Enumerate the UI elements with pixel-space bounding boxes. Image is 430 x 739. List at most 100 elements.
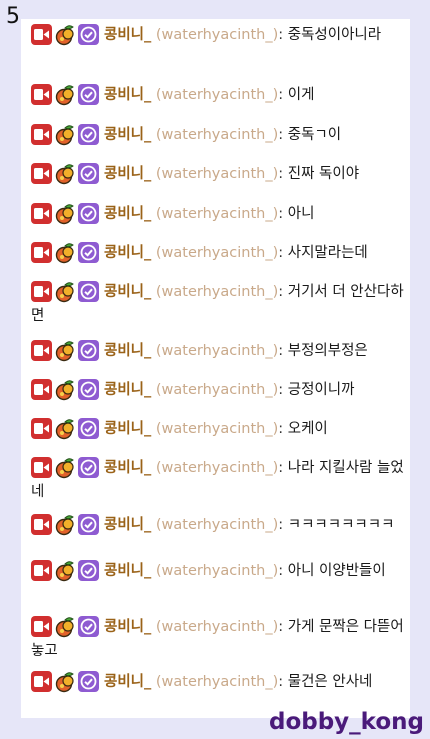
chat-message: 콩비니_ (waterhyacinth_): 이게 (31, 83, 411, 107)
verified-check-icon[interactable] (78, 559, 99, 581)
live-camera-icon[interactable] (31, 23, 52, 45)
chat-login-id[interactable]: (waterhyacinth_) (156, 563, 278, 579)
verified-check-icon[interactable] (78, 202, 99, 224)
fruit-badge-icon[interactable] (54, 203, 76, 224)
chat-nickname[interactable]: 콩비니_ (104, 284, 151, 300)
live-camera-icon[interactable] (31, 202, 52, 224)
chat-nickname[interactable]: 콩비니_ (104, 674, 151, 690)
chat-separator: : (278, 87, 284, 103)
verified-check-icon[interactable] (78, 123, 99, 145)
badge-group (31, 161, 101, 184)
chat-login-id[interactable]: (waterhyacinth_) (156, 245, 278, 261)
chat-nickname[interactable]: 콩비니_ (104, 517, 151, 533)
chat-nickname[interactable]: 콩비니_ (104, 421, 151, 437)
verified-check-icon[interactable] (78, 513, 99, 535)
chat-nickname[interactable]: 콩비니_ (104, 87, 151, 103)
chat-separator: : (278, 284, 284, 300)
chat-message-text: 진짜 독이야 (287, 166, 360, 182)
live-camera-icon[interactable] (31, 615, 52, 637)
chat-login-id[interactable]: (waterhyacinth_) (156, 27, 278, 43)
chat-separator: : (278, 27, 284, 43)
live-camera-icon[interactable] (31, 670, 52, 692)
chat-panel: 콩비니_ (waterhyacinth_): 중독성이아니라 콩비니_ (wate… (21, 19, 410, 718)
chat-message-text: 오케이 (287, 421, 328, 437)
fruit-badge-icon[interactable] (54, 163, 76, 184)
badge-group (31, 82, 101, 105)
live-camera-icon[interactable] (31, 123, 52, 145)
fruit-badge-icon[interactable] (54, 457, 76, 478)
verified-check-icon[interactable] (78, 378, 99, 400)
verified-check-icon[interactable] (78, 162, 99, 184)
verified-check-icon[interactable] (78, 241, 99, 263)
live-camera-icon[interactable] (31, 339, 52, 361)
chat-login-id[interactable]: (waterhyacinth_) (156, 460, 278, 476)
verified-check-icon[interactable] (78, 339, 99, 361)
badge-group (31, 512, 101, 535)
verified-check-icon[interactable] (78, 417, 99, 439)
chat-login-id[interactable]: (waterhyacinth_) (156, 382, 278, 398)
chat-nickname[interactable]: 콩비니_ (104, 166, 151, 182)
chat-nickname[interactable]: 콩비니_ (104, 619, 151, 635)
live-camera-icon[interactable] (31, 162, 52, 184)
chat-nickname[interactable]: 콩비니_ (104, 206, 151, 222)
verified-check-icon[interactable] (78, 615, 99, 637)
chat-nickname[interactable]: 콩비니_ (104, 563, 151, 579)
fruit-badge-icon[interactable] (54, 418, 76, 439)
chat-separator: : (278, 245, 284, 261)
chat-nickname[interactable]: 콩비니_ (104, 127, 151, 143)
chat-nickname[interactable]: 콩비니_ (104, 382, 151, 398)
live-camera-icon[interactable] (31, 83, 52, 105)
chat-message: 콩비니_ (waterhyacinth_): 중독성이아니라 (31, 23, 411, 47)
chat-nickname[interactable]: 콩비니_ (104, 460, 151, 476)
chat-login-id[interactable]: (waterhyacinth_) (156, 127, 278, 143)
fruit-badge-icon[interactable] (54, 514, 76, 535)
fruit-badge-icon[interactable] (54, 340, 76, 361)
chat-nickname[interactable]: 콩비니_ (104, 245, 151, 261)
live-camera-icon[interactable] (31, 241, 52, 263)
chat-message-text: 아니 (287, 206, 315, 222)
chat-nickname[interactable]: 콩비니_ (104, 27, 151, 43)
chat-separator: : (278, 619, 284, 635)
verified-check-icon[interactable] (78, 83, 99, 105)
live-camera-icon[interactable] (31, 378, 52, 400)
chat-login-id[interactable]: (waterhyacinth_) (156, 517, 278, 533)
chat-message: 콩비니_ (waterhyacinth_): 긍정이니까 (31, 378, 411, 402)
chat-message: 콩비니_ (waterhyacinth_): 거기서 더 안산다하면 (31, 280, 411, 328)
chat-login-id[interactable]: (waterhyacinth_) (156, 421, 278, 437)
chat-separator: : (278, 343, 284, 359)
chat-nickname[interactable]: 콩비니_ (104, 343, 151, 359)
live-camera-icon[interactable] (31, 417, 52, 439)
chat-message-text: 중독성이아니라 (287, 27, 382, 43)
chat-login-id[interactable]: (waterhyacinth_) (156, 166, 278, 182)
chat-separator: : (278, 421, 284, 437)
fruit-badge-icon[interactable] (54, 242, 76, 263)
live-camera-icon[interactable] (31, 280, 52, 302)
fruit-badge-icon[interactable] (54, 84, 76, 105)
chat-message-text: 이게 (287, 87, 315, 103)
chat-login-id[interactable]: (waterhyacinth_) (156, 343, 278, 359)
live-camera-icon[interactable] (31, 559, 52, 581)
badge-group (31, 279, 101, 302)
verified-check-icon[interactable] (78, 670, 99, 692)
chat-message: 콩비니_ (waterhyacinth_): 진짜 독이야 (31, 162, 411, 186)
live-camera-icon[interactable] (31, 513, 52, 535)
fruit-badge-icon[interactable] (54, 560, 76, 581)
fruit-badge-icon[interactable] (54, 616, 76, 637)
fruit-badge-icon[interactable] (54, 671, 76, 692)
chat-login-id[interactable]: (waterhyacinth_) (156, 619, 278, 635)
live-camera-icon[interactable] (31, 456, 52, 478)
chat-login-id[interactable]: (waterhyacinth_) (156, 206, 278, 222)
chat-login-id[interactable]: (waterhyacinth_) (156, 674, 278, 690)
fruit-badge-icon[interactable] (54, 124, 76, 145)
badge-group (31, 416, 101, 439)
chat-separator: : (278, 206, 284, 222)
verified-check-icon[interactable] (78, 456, 99, 478)
fruit-badge-icon[interactable] (54, 24, 76, 45)
verified-check-icon[interactable] (78, 23, 99, 45)
fruit-badge-icon[interactable] (54, 281, 76, 302)
verified-check-icon[interactable] (78, 280, 99, 302)
chat-login-id[interactable]: (waterhyacinth_) (156, 284, 278, 300)
chat-login-id[interactable]: (waterhyacinth_) (156, 87, 278, 103)
badge-group (31, 669, 101, 692)
fruit-badge-icon[interactable] (54, 379, 76, 400)
